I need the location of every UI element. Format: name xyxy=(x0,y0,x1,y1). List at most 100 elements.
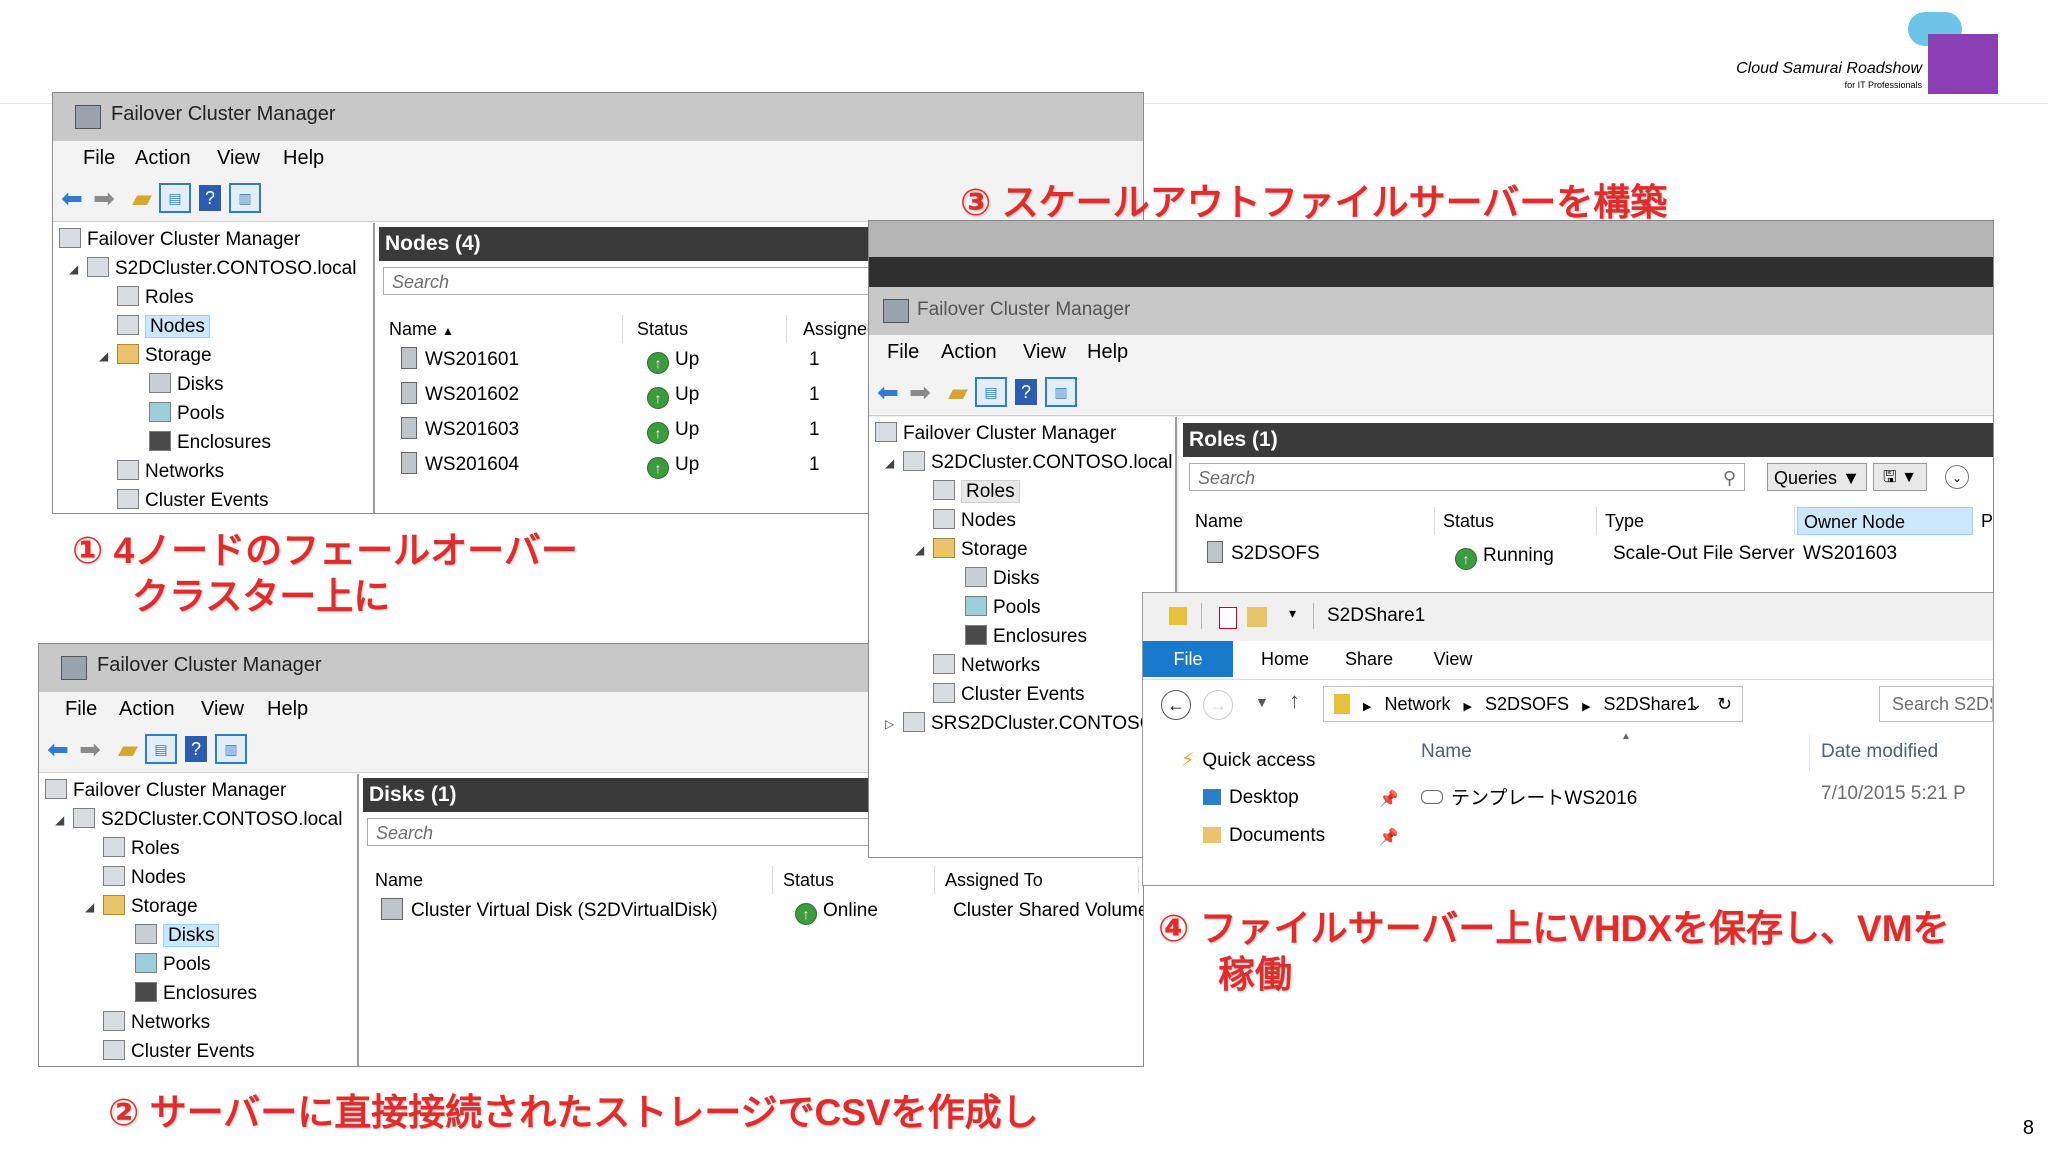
menu-action[interactable]: Action xyxy=(941,341,997,364)
breadcrumb-network[interactable]: Network xyxy=(1385,694,1451,714)
tree-nodes[interactable]: Nodes xyxy=(103,865,186,891)
col-name[interactable]: Name ▲ xyxy=(383,315,623,343)
tree-networks[interactable]: Networks xyxy=(117,459,224,485)
tree-cluster[interactable]: ◢ S2DCluster.CONTOSO.local xyxy=(55,807,342,833)
tree-roles[interactable]: Roles xyxy=(103,836,180,862)
tab-home[interactable]: Home xyxy=(1245,641,1325,677)
tab-file[interactable]: File xyxy=(1143,641,1233,677)
tree-cluster[interactable]: ◢ S2DCluster.CONTOSO.local xyxy=(69,256,356,282)
node-row-name[interactable]: WS201604 xyxy=(401,452,519,478)
breadcrumb-s2dshare1[interactable]: S2DShare1 xyxy=(1604,694,1697,714)
back-icon[interactable]: ← xyxy=(1161,690,1191,720)
back-arrow-icon[interactable]: ⬅ xyxy=(57,183,87,213)
tree-enclosures[interactable]: Enclosures xyxy=(135,981,257,1007)
collapse-arrow-icon[interactable]: ◢ xyxy=(885,450,894,476)
menu-action[interactable]: Action xyxy=(119,698,175,721)
recent-dropdown-icon[interactable]: ▼ xyxy=(1255,694,1269,710)
tree-disks[interactable]: Disks xyxy=(149,372,223,398)
tree-events[interactable]: Cluster Events xyxy=(933,682,1085,708)
col-assigned-to[interactable]: Assigned To xyxy=(939,866,1139,894)
show-hide-tree-icon[interactable]: ▤ xyxy=(159,183,191,213)
menu-help[interactable]: Help xyxy=(267,698,308,721)
explorer-search-input[interactable]: Search S2DS xyxy=(1879,686,1993,722)
tree-root[interactable]: Failover Cluster Manager xyxy=(875,421,1116,447)
collapse-arrow-icon[interactable]: ◢ xyxy=(99,343,108,369)
menu-view[interactable]: View xyxy=(217,147,260,170)
tree-enclosures[interactable]: Enclosures xyxy=(149,430,271,456)
col-name[interactable]: Name xyxy=(369,866,773,894)
pin-icon[interactable]: 📌 xyxy=(1379,827,1399,847)
tab-view[interactable]: View xyxy=(1413,641,1493,677)
action-pane-icon[interactable]: ▥ xyxy=(1045,377,1077,407)
role-row-name[interactable]: S2DSOFS xyxy=(1207,541,1320,567)
col-p[interactable]: P xyxy=(1975,507,1993,535)
file-row[interactable]: テンプレートWS2016 xyxy=(1421,783,1637,810)
tree-roles[interactable]: Roles xyxy=(933,479,1020,505)
tree-pools[interactable]: Pools xyxy=(149,401,225,427)
nav-quick-access[interactable]: ⚡ Quick access xyxy=(1181,749,1315,772)
help-icon[interactable]: ? xyxy=(1015,379,1037,405)
col-owner-node[interactable]: Owner Node xyxy=(1797,507,1973,535)
forward-arrow-icon[interactable]: ➡ xyxy=(89,183,119,213)
col-status[interactable]: Status xyxy=(777,866,935,894)
expand-options-button[interactable]: ⌄ xyxy=(1945,465,1969,489)
show-hide-tree-icon[interactable]: ▤ xyxy=(145,734,177,764)
tree-root[interactable]: Failover Cluster Manager xyxy=(59,227,300,253)
nav-desktop[interactable]: Desktop xyxy=(1203,787,1299,809)
collapse-arrow-icon[interactable]: ◢ xyxy=(85,894,94,920)
tree-disks[interactable]: Disks xyxy=(135,923,220,949)
disk-row-name[interactable]: Cluster Virtual Disk (S2DVirtualDisk) xyxy=(381,898,718,924)
tree-roles[interactable]: Roles xyxy=(117,285,194,311)
tree-networks[interactable]: Networks xyxy=(933,653,1040,679)
node-row-name[interactable]: WS201603 xyxy=(401,417,519,443)
up-folder-icon[interactable]: ▰ xyxy=(943,377,973,407)
tree-pools[interactable]: Pools xyxy=(965,595,1041,621)
quick-access-toolbar-icon[interactable] xyxy=(1169,607,1187,625)
tree-storage[interactable]: ◢ Storage xyxy=(915,537,1028,563)
search-input[interactable]: Search ⚲ xyxy=(1189,463,1745,491)
tree-enclosures[interactable]: Enclosures xyxy=(965,624,1087,650)
node-row-name[interactable]: WS201602 xyxy=(401,382,519,408)
tree-events[interactable]: Cluster Events xyxy=(117,488,269,513)
tree-disks[interactable]: Disks xyxy=(965,566,1039,592)
menu-file[interactable]: File xyxy=(83,147,115,170)
up-arrow-icon[interactable]: ↑ xyxy=(1289,688,1300,714)
col-date-modified[interactable]: Date modified xyxy=(1821,741,1938,763)
action-pane-icon[interactable]: ▥ xyxy=(229,183,261,213)
new-folder-icon[interactable] xyxy=(1247,607,1267,627)
refresh-icon[interactable]: ↻ xyxy=(1717,687,1732,721)
show-hide-tree-icon[interactable]: ▤ xyxy=(975,377,1007,407)
expand-arrow-icon[interactable]: ▷ xyxy=(885,711,894,737)
forward-arrow-icon[interactable]: ➡ xyxy=(905,377,935,407)
help-icon[interactable]: ? xyxy=(185,736,207,762)
col-status[interactable]: Status xyxy=(631,315,787,343)
tree-nodes[interactable]: Nodes xyxy=(117,314,210,340)
menu-help[interactable]: Help xyxy=(1087,341,1128,364)
col-name[interactable]: Name xyxy=(1421,741,1472,763)
help-icon[interactable]: ? xyxy=(199,185,221,211)
menu-file[interactable]: File xyxy=(65,698,97,721)
tree-pools[interactable]: Pools xyxy=(135,952,211,978)
tree-srs-cluster[interactable]: ▷ SRS2DCluster.CONTOSO xyxy=(885,711,1154,737)
forward-icon[interactable]: → xyxy=(1203,690,1233,720)
tab-share[interactable]: Share xyxy=(1329,641,1409,677)
collapse-arrow-icon[interactable]: ◢ xyxy=(69,256,78,282)
address-dropdown-icon[interactable]: ⌄ xyxy=(1690,687,1702,721)
customize-dropdown-icon[interactable]: ▾ xyxy=(1289,605,1296,622)
tree-root[interactable]: Failover Cluster Manager xyxy=(45,778,286,804)
up-folder-icon[interactable]: ▰ xyxy=(127,183,157,213)
col-status[interactable]: Status xyxy=(1437,507,1597,535)
breadcrumb-s2dsofs[interactable]: S2DSOFS xyxy=(1485,694,1569,714)
tree-cluster[interactable]: ◢ S2DCluster.CONTOSO.local xyxy=(885,450,1172,476)
menu-help[interactable]: Help xyxy=(283,147,324,170)
tree-storage[interactable]: ◢ Storage xyxy=(99,343,212,369)
col-type[interactable]: Type xyxy=(1599,507,1795,535)
queries-button[interactable]: Queries ▼ xyxy=(1767,463,1867,491)
nav-documents[interactable]: Documents xyxy=(1203,825,1325,847)
back-arrow-icon[interactable]: ⬅ xyxy=(43,734,73,764)
menu-view[interactable]: View xyxy=(1023,341,1066,364)
collapse-arrow-icon[interactable]: ◢ xyxy=(915,537,924,563)
col-name[interactable]: Name xyxy=(1189,507,1435,535)
node-row-name[interactable]: WS201601 xyxy=(401,347,519,373)
menu-action[interactable]: Action xyxy=(135,147,191,170)
